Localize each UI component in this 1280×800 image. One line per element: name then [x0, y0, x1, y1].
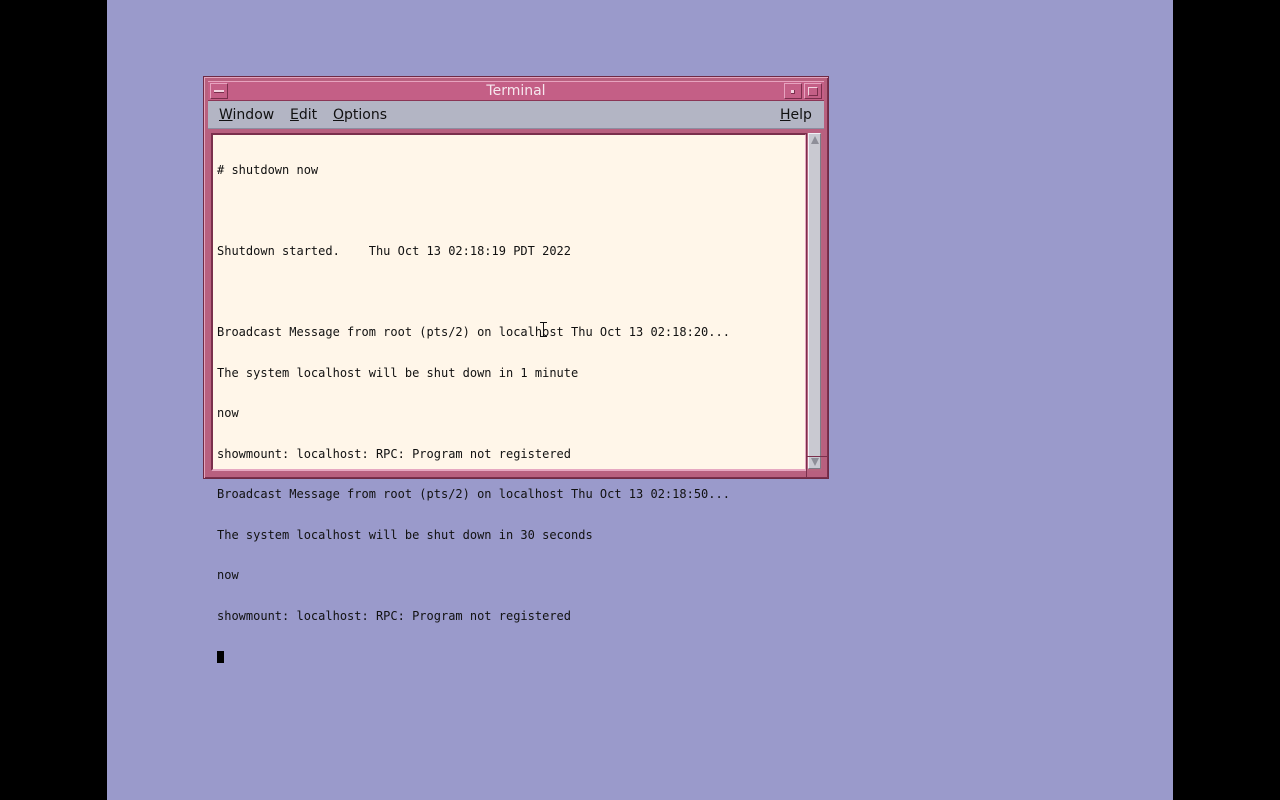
menu-window[interactable]: Window: [219, 107, 274, 124]
terminal-window[interactable]: Terminal Window Edit Options Help # shut…: [203, 76, 829, 663]
terminal-line: showmount: localhost: RPC: Program not r…: [217, 608, 572, 623]
menu-options[interactable]: Options: [333, 107, 387, 124]
menu-window-label: indow: [232, 107, 275, 123]
terminal-line: ​: [217, 286, 801, 300]
minimize-button[interactable]: [784, 83, 802, 99]
menu-edit-mnemonic: E: [290, 107, 299, 123]
terminal-line: Broadcast Message from root (pts/2) on l…: [217, 325, 730, 339]
menu-edit-label: dit: [298, 107, 318, 123]
text-cursor-icon: [217, 651, 224, 663]
ibeam-pointer-icon: [539, 322, 548, 337]
terminal-line: showmount: localhost: RPC: Program not r…: [217, 446, 572, 461]
ibeam-stem: [543, 323, 544, 336]
menu-options-mnemonic: O: [333, 107, 345, 123]
prompt-line: [217, 650, 801, 664]
title-bar[interactable]: Terminal: [208, 81, 824, 101]
maximize-button[interactable]: [804, 83, 822, 99]
menu-help-label: elp: [790, 107, 812, 123]
window-title: Terminal: [486, 83, 546, 99]
terminal-line: The system localhost will be shut down i…: [217, 365, 579, 380]
terminal-line: ​: [217, 205, 801, 219]
terminal-output[interactable]: # shutdown now ​ Shutdown started. Thu O…: [217, 137, 801, 691]
terminal-line: now: [217, 568, 239, 582]
terminal-line: # shutdown now: [217, 163, 319, 177]
menu-options-label: ptions: [344, 107, 388, 123]
scrollbar-thumb[interactable]: [808, 133, 821, 469]
terminal-line: The system localhost will be shut down i…: [217, 527, 593, 542]
menu-window-mnemonic: W: [219, 107, 233, 123]
menu-help[interactable]: Help: [780, 107, 812, 124]
menu-bar: Window Edit Options Help: [208, 101, 824, 129]
resize-handle[interactable]: [806, 456, 828, 478]
vertical-scrollbar[interactable]: [806, 133, 822, 471]
maximize-icon: [808, 87, 818, 96]
minimize-icon: [791, 90, 795, 94]
terminal-line: now: [217, 406, 239, 420]
terminal-area[interactable]: # shutdown now ​ Shutdown started. Thu O…: [211, 133, 807, 663]
terminal-line: Broadcast Message from root (pts/2) on l…: [217, 487, 730, 501]
terminal-line: Shutdown started. Thu Oct 13 02:18:19 PD…: [217, 244, 572, 258]
menu-help-mnemonic: H: [780, 107, 791, 123]
menu-edit[interactable]: Edit: [290, 107, 317, 124]
ibeam-bottom: [540, 336, 547, 337]
scroll-up-arrow-icon: [811, 136, 819, 144]
